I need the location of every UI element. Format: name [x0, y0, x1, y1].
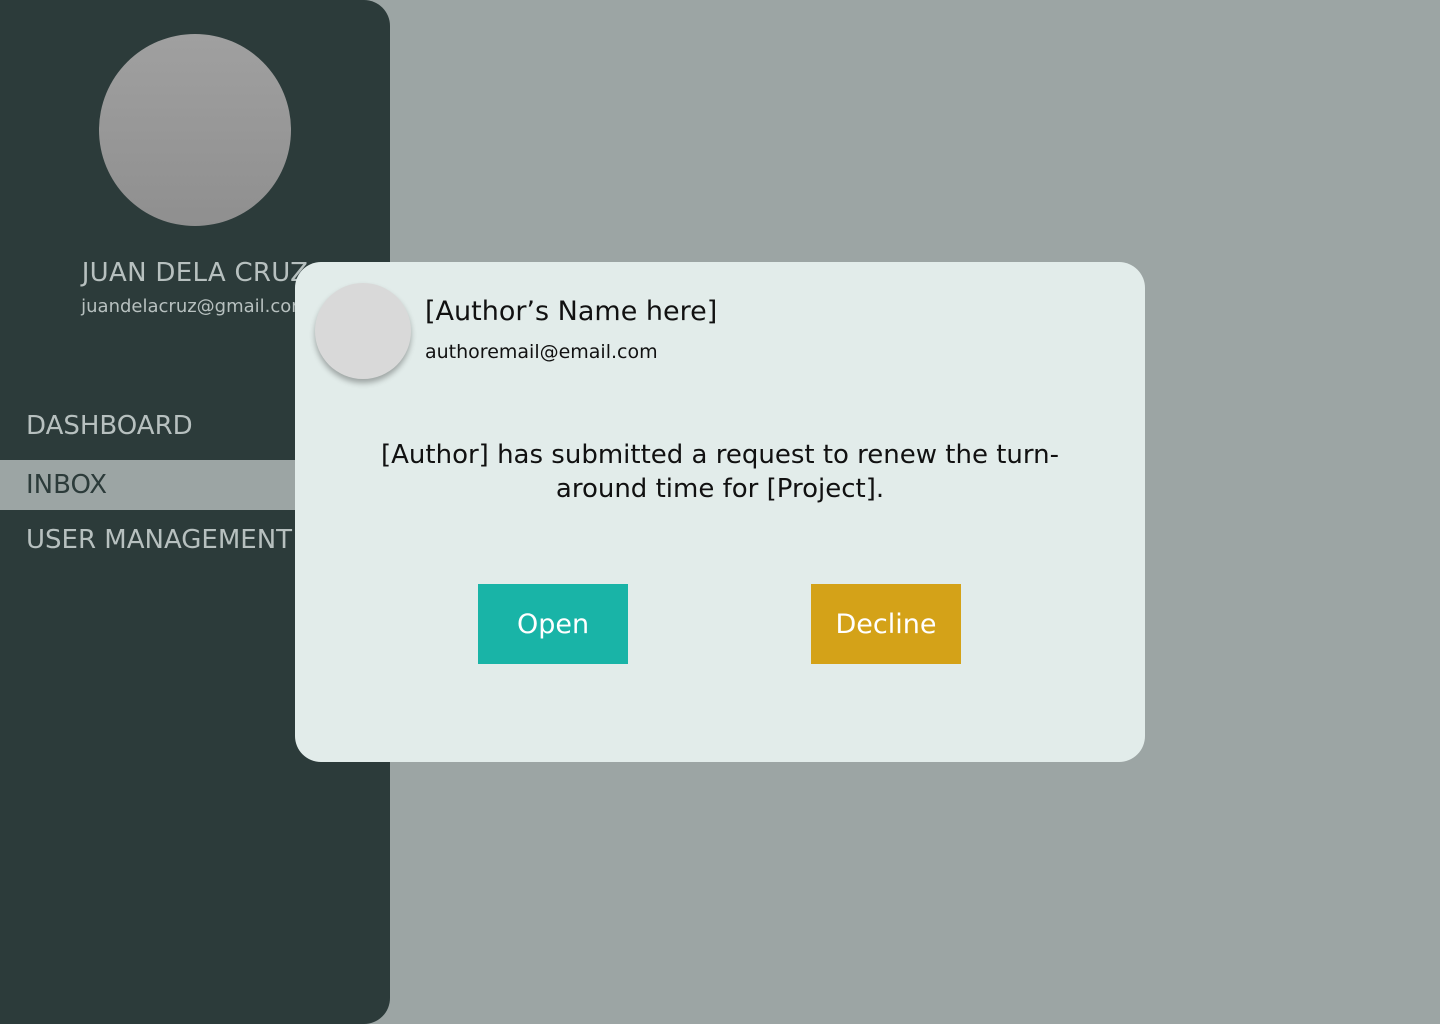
open-button[interactable]: Open — [478, 584, 628, 664]
author-avatar — [315, 283, 411, 379]
request-message: [Author] has submitted a request to rene… — [380, 440, 1060, 504]
user-avatar[interactable] — [99, 34, 291, 226]
decline-button[interactable]: Decline — [811, 584, 961, 664]
request-modal: [Author’s Name here] authoremail@email.c… — [295, 262, 1145, 762]
sidebar-item-label: DASHBOARD — [26, 411, 193, 441]
sidebar-item-label: USER MANAGEMENT — [26, 525, 293, 555]
sidebar-item-label: INBOX — [26, 470, 108, 500]
author-name: [Author’s Name here] — [425, 296, 718, 327]
author-email: authoremail@email.com — [425, 341, 658, 363]
